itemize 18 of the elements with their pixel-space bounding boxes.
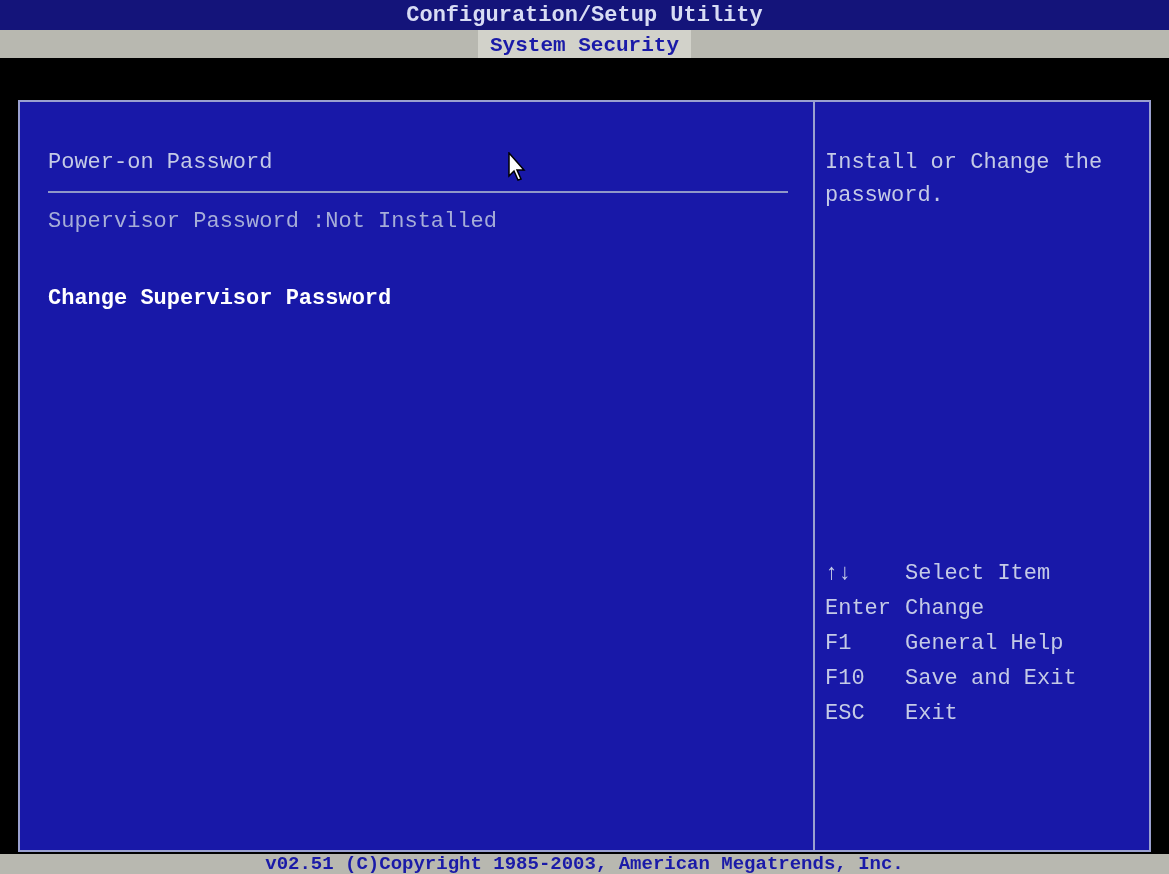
copyright-text: v02.51 (C)Copyright 1985-2003, American Megatrends, Inc. (265, 851, 904, 874)
key-label: ESC (825, 700, 866, 728)
key-action: Select Item (905, 560, 1051, 588)
key-label: F10 (825, 665, 866, 693)
help-text: Install or Change the password. (825, 149, 1104, 210)
key-action: Save and Exit (905, 665, 1077, 693)
key-action: Change (905, 595, 985, 623)
tab[interactable]: System Security (478, 30, 691, 58)
window-title: Configuration/Setup Utility (406, 1, 763, 30)
key-label: Enter (825, 595, 892, 623)
key-action: General Help (905, 630, 1064, 658)
section-heading: Power-on Password (48, 149, 273, 177)
menu-item[interactable]: Change Supervisor Password (48, 282, 392, 315)
key-action: Exit (905, 700, 958, 728)
key-label: ↑↓ (825, 560, 853, 588)
key-label: F1 (825, 630, 853, 658)
cursor-icon (508, 152, 526, 182)
status-text: Supervisor Password :Not Installed (48, 208, 497, 236)
